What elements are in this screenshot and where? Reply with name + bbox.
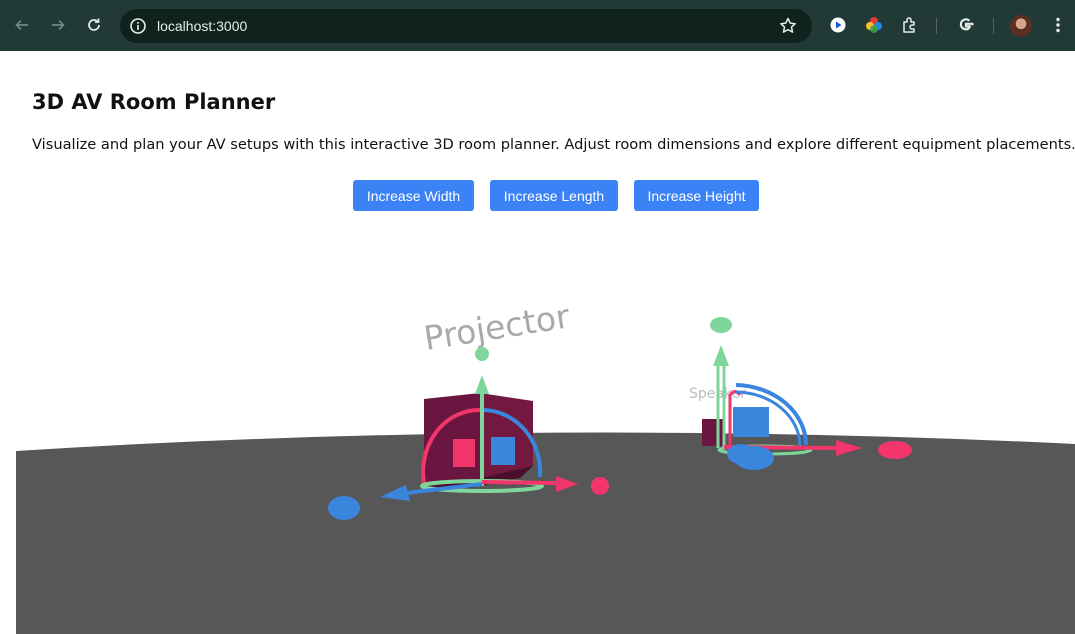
speaker-transform-gizmo[interactable]	[710, 317, 912, 470]
extensions-puzzle-icon[interactable]	[900, 15, 920, 35]
projector-object[interactable]	[424, 393, 533, 488]
site-info-icon[interactable]	[129, 17, 147, 35]
profile-avatar[interactable]	[1010, 15, 1032, 37]
address-bar[interactable]: localhost:3000	[120, 9, 812, 43]
room-3d-canvas[interactable]: Projector Speaker	[0, 51, 1075, 634]
url-text[interactable]: localhost:3000	[157, 17, 247, 35]
forward-button[interactable]	[46, 13, 70, 37]
media-play-extension-icon[interactable]	[828, 15, 848, 35]
projector-label: Projector	[421, 296, 572, 358]
toolbar-divider	[993, 18, 994, 34]
arrow-right-icon	[52, 19, 65, 31]
browser-toolbar: localhost:3000	[0, 0, 1075, 51]
google-g-icon[interactable]	[956, 15, 976, 35]
arrow-left-icon	[15, 19, 28, 31]
room-floor	[16, 432, 1075, 634]
reload-icon	[88, 18, 100, 31]
reload-button[interactable]	[82, 13, 106, 37]
kebab-menu-icon[interactable]	[1048, 15, 1068, 35]
back-button[interactable]	[10, 13, 34, 37]
color-picker-extension-icon[interactable]	[864, 15, 884, 35]
bookmark-star-icon[interactable]	[778, 16, 798, 36]
toolbar-divider	[936, 18, 937, 34]
